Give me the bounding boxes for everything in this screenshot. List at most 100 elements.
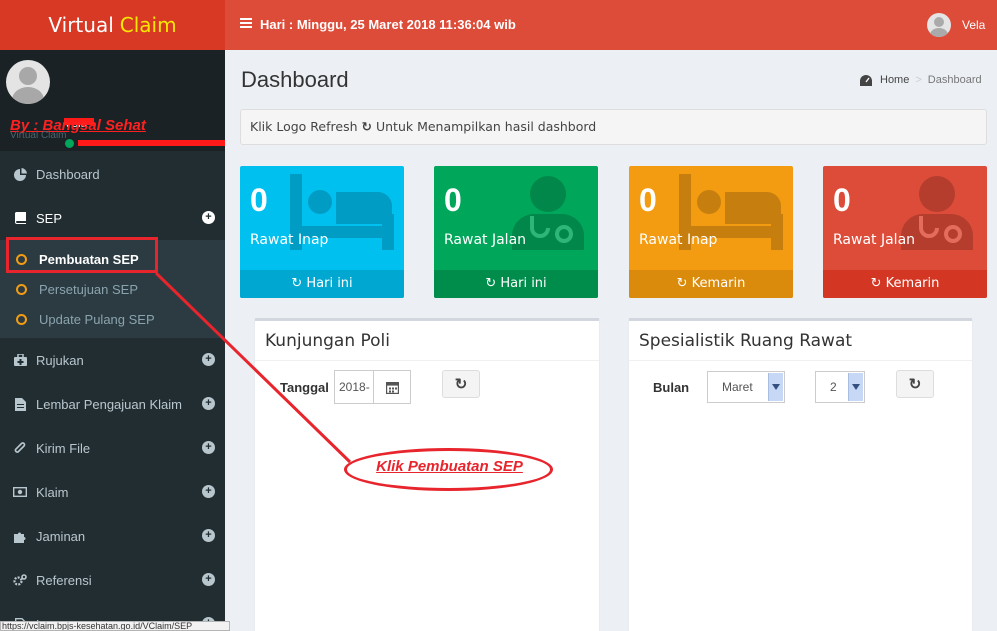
sidebar-item-label: Klaim — [36, 484, 69, 500]
stat-label: Rawat Jalan — [833, 232, 916, 248]
brand-accent: Claim — [119, 13, 177, 37]
circle-icon — [16, 283, 27, 295]
month-label: Bulan — [653, 380, 690, 395]
page-title: Dashboard — [241, 67, 349, 92]
refresh-icon: ↻ — [361, 119, 372, 134]
breadcrumb-current: Dashboard — [927, 74, 982, 86]
sidebar-item-label: Jaminan — [36, 528, 86, 544]
sidebar-item-label: Rujukan — [36, 352, 84, 368]
panel-title: Spesialistik Ruang Rawat — [629, 321, 972, 361]
annotation-text: Klik Pembuatan SEP — [376, 458, 523, 475]
stat-label: Rawat Inap — [639, 232, 718, 248]
file-icon — [12, 397, 28, 411]
medkit-icon — [12, 353, 28, 367]
month-select-value: Maret — [722, 380, 753, 394]
info-callout: Klik Logo Refresh ↻ Untuk Menampilkan ha… — [240, 109, 987, 145]
panel-title: Kunjungan Poli — [255, 321, 599, 361]
date-input[interactable]: 2018- — [334, 370, 374, 404]
stat-footer-text: Hari ini — [306, 276, 353, 291]
stat-footer-link[interactable]: ↻ Hari ini — [434, 270, 598, 298]
refresh-icon: ↻ — [908, 376, 922, 393]
stat-footer-text: Kemarin — [691, 276, 746, 291]
redaction-mark — [78, 140, 225, 146]
stat-box-rawat-inap-today: 0 Rawat Inap ↻ Hari ini — [240, 166, 404, 298]
sidebar-menu: Dashboard SEP + Pembuatan SEP Persetujua… — [0, 152, 225, 631]
callout-text-after: Untuk Menampilkan hasil dashbord — [375, 119, 597, 134]
sidebar-item-sep[interactable]: SEP + — [0, 196, 225, 240]
sidebar-item-referensi[interactable]: Referensi + — [0, 558, 225, 602]
sidebar-item-kirim-file[interactable]: Kirim File + — [0, 426, 225, 470]
stat-count: 0 — [250, 182, 268, 218]
circle-icon — [16, 313, 27, 325]
stat-box-rawat-inap-yesterday: 0 Rawat Inap ↻ Kemarin — [629, 166, 793, 298]
sidebar: VirtualClaim Vela By : Bangsal Sehat Vir… — [0, 0, 225, 631]
book-icon — [12, 211, 28, 225]
stat-box-rawat-jalan-yesterday: 0 Rawat Jalan ↻ Kemarin — [823, 166, 987, 298]
calendar-icon[interactable] — [373, 370, 411, 404]
plus-circle-icon[interactable]: + — [202, 353, 215, 366]
user-panel-subtitle: Virtual Claim — [10, 130, 67, 141]
dashboard-icon — [860, 74, 872, 86]
header-username[interactable]: Vela — [962, 18, 985, 32]
panel-spesialistik-ruang-rawat: Spesialistik Ruang Rawat — [629, 318, 972, 631]
callout-text-before: Klik Logo Refresh — [250, 119, 358, 134]
brand-prefix: Virtual — [48, 13, 114, 37]
year-select[interactable]: 2 — [815, 371, 865, 403]
plus-circle-icon[interactable]: + — [202, 397, 215, 410]
date-label: Tanggal — [280, 380, 329, 395]
sidebar-item-dashboard[interactable]: Dashboard — [0, 152, 225, 196]
annotation-highlight-box — [6, 237, 158, 273]
user-avatar — [6, 60, 50, 104]
stat-footer-link[interactable]: ↻ Kemarin — [823, 270, 987, 298]
app-logo[interactable]: Virtual Claim — [0, 0, 225, 50]
money-icon — [12, 485, 28, 499]
puzzle-icon — [12, 529, 28, 543]
plus-circle-icon[interactable]: + — [202, 573, 215, 586]
breadcrumb-home[interactable]: Home — [880, 74, 909, 86]
refresh-ruang-button[interactable]: ↻ — [896, 370, 934, 398]
submenu-item-label: Update Pulang SEP — [39, 311, 155, 327]
submenu-item-update-pulang-sep[interactable]: Update Pulang SEP — [0, 304, 225, 334]
year-select-value: 2 — [830, 380, 837, 394]
submenu-item-label: Persetujuan SEP — [39, 281, 139, 297]
sidebar-item-label: Referensi — [36, 572, 92, 588]
stat-box-rawat-jalan-today: 0 Rawat Jalan ↻ Hari ini — [434, 166, 598, 298]
stat-footer-text: Kemarin — [885, 276, 940, 291]
breadcrumb: Home > Dashboard — [860, 74, 982, 86]
chevron-down-icon — [768, 373, 783, 401]
sidebar-item-jaminan[interactable]: Jaminan + — [0, 514, 225, 558]
sidebar-item-label: Kirim File — [36, 440, 91, 456]
sidebar-item-lembar-pengajuan-klaim[interactable]: Lembar Pengajuan Klaim + — [0, 382, 225, 426]
stat-label: Rawat Inap — [250, 232, 329, 248]
stat-footer-text: Hari ini — [500, 276, 547, 291]
stat-footer-link[interactable]: ↻ Kemarin — [629, 270, 793, 298]
header-avatar[interactable] — [927, 13, 951, 37]
paperclip-icon — [12, 441, 28, 455]
gears-icon — [12, 573, 28, 587]
stat-count: 0 — [833, 182, 851, 218]
stat-label: Rawat Jalan — [444, 232, 527, 248]
sidebar-item-klaim[interactable]: Klaim + — [0, 470, 225, 514]
sidebar-item-label: SEP — [36, 210, 63, 226]
stat-count: 0 — [444, 182, 462, 218]
breadcrumb-separator: > — [915, 74, 922, 86]
chevron-down-icon — [848, 373, 863, 401]
sidebar-item-label: Lembar Pengajuan Klaim — [36, 396, 182, 412]
top-navbar: Hari : Minggu, 25 Maret 2018 11:36:04 wi… — [225, 0, 997, 50]
month-select[interactable]: Maret — [707, 371, 785, 403]
plus-circle-icon[interactable]: + — [202, 441, 215, 454]
plus-circle-icon[interactable]: + — [202, 211, 215, 224]
refresh-icon: ↻ — [454, 376, 468, 393]
stat-footer-link[interactable]: ↻ Hari ini — [240, 270, 404, 298]
pie-chart-icon — [12, 167, 28, 181]
submenu-item-persetujuan-sep[interactable]: Persetujuan SEP — [0, 274, 225, 304]
sidebar-item-label: Dashboard — [36, 166, 100, 182]
refresh-poli-button[interactable]: ↻ — [442, 370, 480, 398]
browser-status-url: https://vclaim.bpjs-kesehatan.go.id/VCla… — [0, 621, 230, 631]
plus-circle-icon[interactable]: + — [202, 485, 215, 498]
header-datetime: Hari : Minggu, 25 Maret 2018 11:36:04 wi… — [260, 17, 516, 32]
plus-circle-icon[interactable]: + — [202, 529, 215, 542]
stat-count: 0 — [639, 182, 657, 218]
sidebar-item-rujukan[interactable]: Rujukan + — [0, 338, 225, 382]
menu-toggle-icon[interactable] — [240, 18, 252, 28]
